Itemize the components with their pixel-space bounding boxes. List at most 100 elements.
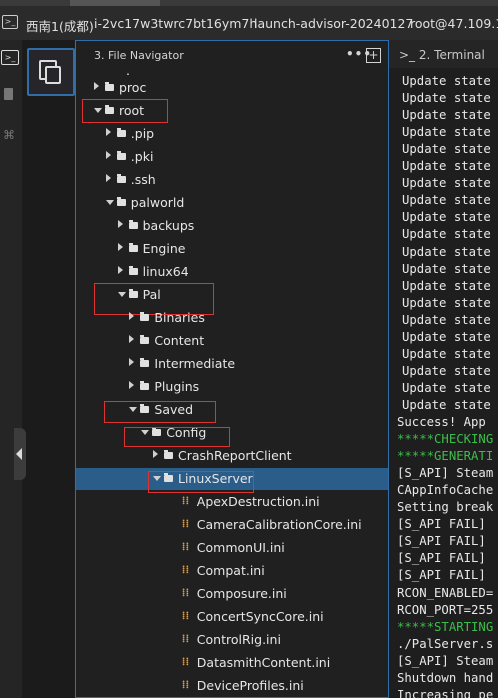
folder-icon xyxy=(116,128,126,137)
tree-folder-item[interactable]: Intermediate xyxy=(76,353,388,375)
tree-item-label: Plugins xyxy=(154,379,200,394)
grid-icon[interactable]: ⌘ xyxy=(3,128,15,142)
file-navigator-tab[interactable] xyxy=(27,48,75,96)
tree-file-item[interactable]: ⁞⁞ ConcertSyncCore.ini xyxy=(76,606,388,628)
tree-item-label: backups xyxy=(142,218,195,233)
chevron-left-icon xyxy=(16,448,22,460)
terminal-tab-title: 2. Terminal xyxy=(418,48,485,62)
tree-folder-item[interactable]: proc xyxy=(76,77,388,99)
chevron-right-icon[interactable] xyxy=(94,82,99,90)
tree-folder-item[interactable]: linux64 xyxy=(76,261,388,283)
terminal-line: [S_API FAIL] xyxy=(397,568,486,583)
add-button[interactable]: + xyxy=(366,48,381,63)
terminal-line: Update state xyxy=(402,227,491,242)
folder-icon xyxy=(164,450,173,459)
tree-file-item[interactable]: ⁞⁞ DeviceProfiles.ini xyxy=(76,675,388,697)
ini-file-icon: ⁞⁞ xyxy=(181,586,190,599)
terminal-icon[interactable]: >_ xyxy=(2,15,18,29)
chevron-right-icon[interactable] xyxy=(117,243,123,251)
terminal-line: RCON_PORT=255 xyxy=(397,602,494,617)
terminal-line: Update state xyxy=(402,210,491,225)
tree-folder-item[interactable]: .pip xyxy=(76,123,388,145)
tree-item-label: DeviceProfiles.ini xyxy=(196,678,304,693)
tree-file-item[interactable]: ⁞⁞ Composure.ini xyxy=(76,583,388,605)
tree-folder-item[interactable]: CrashReportClient xyxy=(76,445,388,467)
terminal-line: [S_API] Steam xyxy=(397,466,494,481)
tree-file-item[interactable]: ⁞⁞ ApexDestruction.ini xyxy=(76,491,388,513)
terminal-line: Update state xyxy=(402,244,491,259)
instance-id-label: i-2vc17w3twrc7bt16ym7h xyxy=(94,16,258,31)
terminal-tab[interactable]: >_ 2. Terminal xyxy=(389,40,498,68)
tree-folder-item[interactable]: .pki xyxy=(76,146,388,168)
terminal-panel: >_ 2. Terminal Update state Update state U… xyxy=(389,40,498,698)
terminal-line: Update state xyxy=(402,176,491,191)
terminal-line: Update state xyxy=(402,108,491,123)
tree-folder-item[interactable]: .ssh xyxy=(76,169,388,191)
tree-row-dot: . xyxy=(76,63,388,78)
terminal-line: [S_API FAIL] xyxy=(397,534,486,549)
folder-icon xyxy=(140,381,150,390)
connection-info: >_ 西南1(成都) i-2vc17w3twrc7bt16ym7h launch… xyxy=(0,14,498,34)
chevron-right-icon[interactable] xyxy=(129,358,135,366)
chevron-right-icon[interactable] xyxy=(117,266,123,274)
folder-icon xyxy=(116,174,126,183)
terminal-line: Increasing pe xyxy=(397,687,494,698)
terminal-line: [S_API FAIL] xyxy=(397,517,486,532)
tree-folder-item[interactable]: Content xyxy=(76,330,388,352)
chevron-down-icon[interactable] xyxy=(105,200,114,205)
tree-file-item[interactable]: ⁞⁞ ControlRig.ini xyxy=(76,629,388,651)
collapse-panel-button[interactable] xyxy=(14,428,26,480)
ini-file-icon: ⁞⁞ xyxy=(181,494,190,507)
chevron-right-icon[interactable] xyxy=(129,335,135,343)
chevron-right-icon[interactable] xyxy=(129,381,135,389)
ini-file-icon: ⁞⁞ xyxy=(181,632,190,645)
ini-file-icon: ⁞⁞ xyxy=(181,517,190,530)
tree-folder-item[interactable]: Binaries xyxy=(76,307,388,329)
tree-folder-item[interactable]: Config xyxy=(76,422,388,444)
active-window-tab[interactable] xyxy=(70,0,160,6)
tree-file-item[interactable]: ⁞⁞ CameraCalibrationCore.ini xyxy=(76,514,388,536)
tree-file-item[interactable]: ⁞⁞ Compat.ini xyxy=(76,560,388,582)
tree-item-label: palworld xyxy=(130,195,185,210)
terminal-line: Update state xyxy=(402,193,491,208)
tree-item-label: CrashReportClient xyxy=(178,448,292,463)
terminal-line: [S_API FAIL] xyxy=(397,551,486,566)
terminal-line: [S_API] Steam xyxy=(397,653,494,668)
user-host-label: root@47.109.15 xyxy=(410,16,498,31)
tree-item-label: linux64 xyxy=(142,264,189,279)
tree-item-label: Compat.ini xyxy=(196,563,265,578)
tree-file-item[interactable]: ⁞⁞ DatasmithContent.ini xyxy=(76,652,388,674)
tree-file-item[interactable]: ⁞⁞ CommonUI.ini xyxy=(76,537,388,559)
tree-folder-item[interactable]: Plugins xyxy=(76,376,388,398)
tree-folder-item[interactable]: backups xyxy=(76,215,388,237)
chevron-right-icon[interactable] xyxy=(105,128,111,136)
terminal-line: Update state xyxy=(402,329,491,344)
tree-item-label: .ssh xyxy=(130,172,156,187)
tree-item-label: .pip xyxy=(130,126,155,141)
chevron-right-icon[interactable] xyxy=(105,174,111,182)
terminal-line: Success! App xyxy=(397,415,486,429)
terminal-line: Update state xyxy=(402,125,491,140)
tree-folder-item[interactable]: palworld xyxy=(76,192,388,214)
folder-icon xyxy=(116,197,126,206)
folder-icon xyxy=(116,151,126,160)
chevron-right-icon[interactable] xyxy=(129,312,135,320)
ini-file-icon: ⁞⁞ xyxy=(181,540,190,553)
ini-file-icon: ⁞⁞ xyxy=(181,655,190,668)
tree-item-label: Binaries xyxy=(154,310,205,325)
chevron-right-icon[interactable] xyxy=(153,450,158,458)
terminal-line: *****STARTING xyxy=(397,619,494,634)
tree-item-label: CommonUI.ini xyxy=(196,540,285,555)
file-icon[interactable] xyxy=(4,88,13,100)
chevron-right-icon[interactable] xyxy=(105,151,111,159)
tree-folder-item[interactable]: Engine xyxy=(76,238,388,260)
tree-item-label: Engine xyxy=(142,241,186,256)
ini-file-icon: ⁞⁞ xyxy=(181,609,190,622)
terminal-tab-label: >_ 2. Terminal xyxy=(399,48,485,62)
terminal-line: Update state xyxy=(402,312,491,327)
terminal-icon[interactable]: >_ xyxy=(1,50,19,65)
terminal-line: Shutdown hand xyxy=(397,670,494,685)
chevron-right-icon[interactable] xyxy=(117,220,123,228)
copy-files-icon-front xyxy=(45,66,61,84)
terminal-line: Update state xyxy=(402,91,491,106)
